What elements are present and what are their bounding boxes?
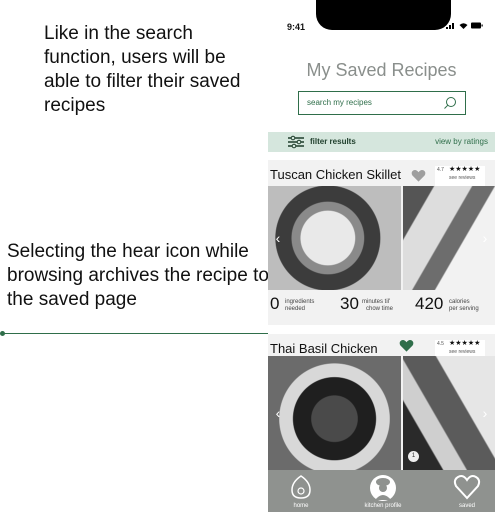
sliders-icon[interactable] xyxy=(288,135,304,149)
stat-label: per serving xyxy=(449,306,479,312)
status-time: 9:41 xyxy=(287,22,306,32)
chevron-left-icon[interactable]: ‹ xyxy=(272,231,284,245)
stat-calories: 420 calories per serving xyxy=(415,294,495,320)
chevron-right-icon[interactable]: › xyxy=(479,231,491,245)
recipe-photo[interactable]: › xyxy=(403,186,495,290)
search-input[interactable]: search my recipes xyxy=(298,91,466,115)
filter-results-button[interactable]: filter results xyxy=(310,137,356,146)
see-reviews-link[interactable]: see reviews xyxy=(449,349,475,355)
recipe-title[interactable]: Thai Basil Chicken xyxy=(270,341,378,356)
battery-icon xyxy=(471,22,483,29)
filter-bar: filter results view by ratings xyxy=(268,132,495,152)
egg-icon xyxy=(291,475,311,499)
stat-label: chow time xyxy=(366,306,394,312)
heart-icon xyxy=(453,475,481,500)
see-reviews-link[interactable]: see reviews xyxy=(449,175,475,181)
photo-count-badge: 1 xyxy=(408,451,419,462)
recipe-stats: 0 ingredients needed 30 minutes til' cho… xyxy=(268,294,495,320)
page-title: My Saved Recipes xyxy=(306,60,457,80)
tab-kitchen-profile[interactable]: kitchen profile xyxy=(358,470,408,512)
stat-ingredients: 0 ingredients needed xyxy=(270,294,340,320)
chevron-left-icon[interactable]: ‹ xyxy=(272,406,284,420)
stat-label: calories xyxy=(449,299,470,305)
tab-label: home xyxy=(293,503,309,509)
tab-saved[interactable]: saved xyxy=(444,470,490,512)
recipe-card[interactable]: Thai Basil Chicken 4.5 ★★★★★ see reviews… xyxy=(268,334,495,484)
chevron-right-icon[interactable]: › xyxy=(479,406,491,420)
signal-icon xyxy=(445,23,454,29)
annotation-connector-line xyxy=(2,333,270,334)
recipe-photo[interactable]: ‹ xyxy=(268,186,401,290)
phone-notch xyxy=(316,0,451,30)
recipe-title[interactable]: Tuscan Chicken Skillet xyxy=(270,167,401,182)
stat-label: ingredients xyxy=(285,299,315,305)
search-placeholder: search my recipes xyxy=(307,98,372,107)
tab-label: kitchen profile xyxy=(364,503,402,509)
bottom-tab-bar: home kitchen profile saved xyxy=(268,470,495,512)
stat-value: 30 xyxy=(340,294,359,313)
heart-icon[interactable] xyxy=(411,169,426,183)
stat-value: 0 xyxy=(270,294,280,313)
tab-label: saved xyxy=(458,503,475,509)
stat-label: minutes til' xyxy=(362,299,391,305)
rating-badge[interactable]: 4.7 ★★★★★ see reviews xyxy=(435,166,485,188)
rating-stars: ★★★★★ xyxy=(449,166,481,173)
recipe-photo[interactable]: ‹ xyxy=(268,356,401,470)
status-bar: 9:41 xyxy=(268,0,495,34)
phone-screen: 9:41 My Saved Recipes search my recipes … xyxy=(268,0,495,512)
tab-home[interactable]: home xyxy=(278,470,324,512)
chef-icon xyxy=(370,475,396,501)
recipe-photo[interactable]: › 1 xyxy=(403,356,495,470)
recipe-card[interactable]: Tuscan Chicken Skillet 4.7 ★★★★★ see rev… xyxy=(268,160,495,325)
search-icon[interactable] xyxy=(443,96,457,110)
status-icons xyxy=(445,22,483,31)
stat-time: 30 minutes til' chow time xyxy=(340,294,414,320)
heart-icon[interactable] xyxy=(399,339,414,353)
wifi-icon xyxy=(459,23,468,29)
rating-value: 4.5 xyxy=(437,341,444,347)
view-by-ratings-button[interactable]: view by ratings xyxy=(435,137,488,146)
stat-value: 420 xyxy=(415,294,444,313)
rating-stars: ★★★★★ xyxy=(449,340,481,347)
search-annotation: Like in the search function, users will … xyxy=(44,23,241,116)
heart-annotation: Selecting the hear icon while browsing a… xyxy=(7,241,269,310)
rating-value: 4.7 xyxy=(437,167,444,173)
stat-label: needed xyxy=(285,306,306,312)
